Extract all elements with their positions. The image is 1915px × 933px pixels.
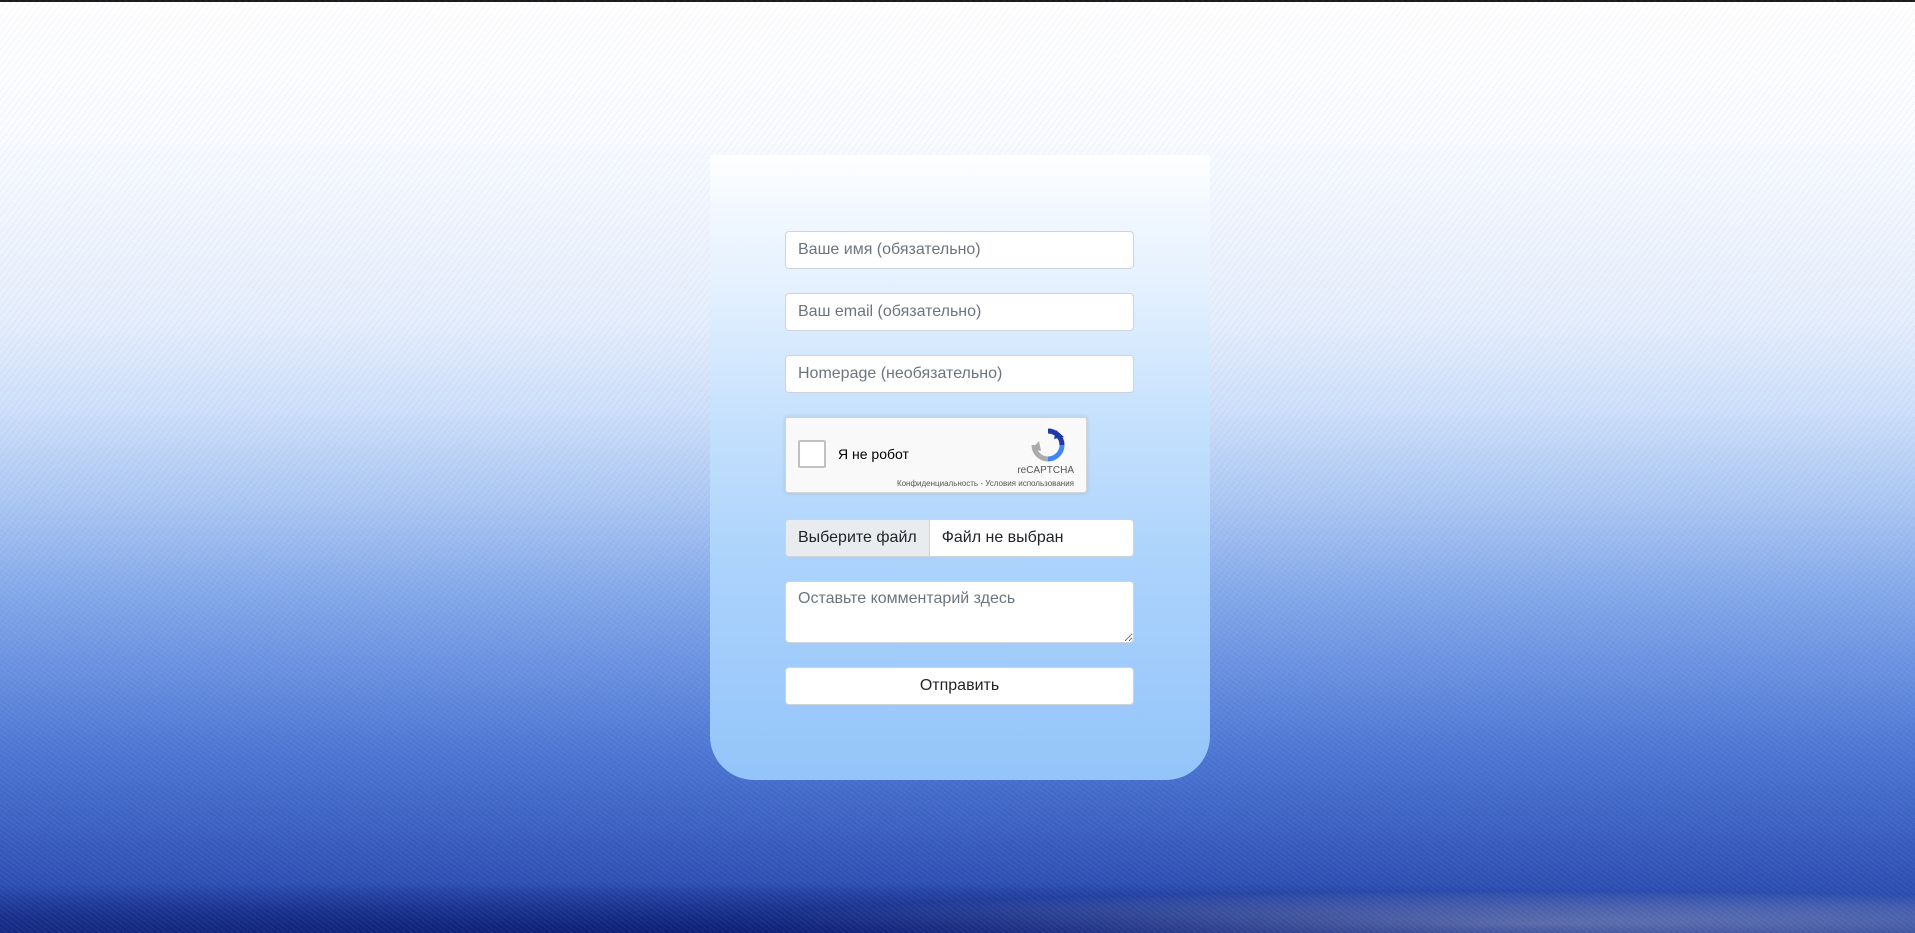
homepage-input[interactable] xyxy=(785,355,1134,393)
recaptcha-links: Конфиденциальность - Условия использован… xyxy=(897,479,1074,488)
name-input[interactable] xyxy=(785,231,1134,269)
top-border-line xyxy=(0,0,1915,2)
recaptcha-terms-link[interactable]: Условия использования xyxy=(985,479,1074,488)
recaptcha-brand: reCAPTCHA xyxy=(1017,465,1074,476)
comment-textarea[interactable] xyxy=(785,581,1134,643)
email-input[interactable] xyxy=(785,293,1134,331)
recaptcha-checkbox[interactable] xyxy=(798,440,826,468)
submit-button[interactable]: Отправить xyxy=(785,667,1134,705)
recaptcha-label: Я не робот xyxy=(838,446,909,462)
file-input[interactable]: Выберите файл Файл не выбран xyxy=(785,519,1134,557)
choose-file-button[interactable]: Выберите файл xyxy=(786,520,930,556)
recaptcha-logo-icon xyxy=(1031,428,1065,462)
file-status-label: Файл не выбран xyxy=(941,529,1064,546)
recaptcha-privacy-link[interactable]: Конфиденциальность xyxy=(897,479,978,488)
recaptcha-widget: Я не робот reCAPTCHA Конфиденциальность … xyxy=(785,417,1087,493)
